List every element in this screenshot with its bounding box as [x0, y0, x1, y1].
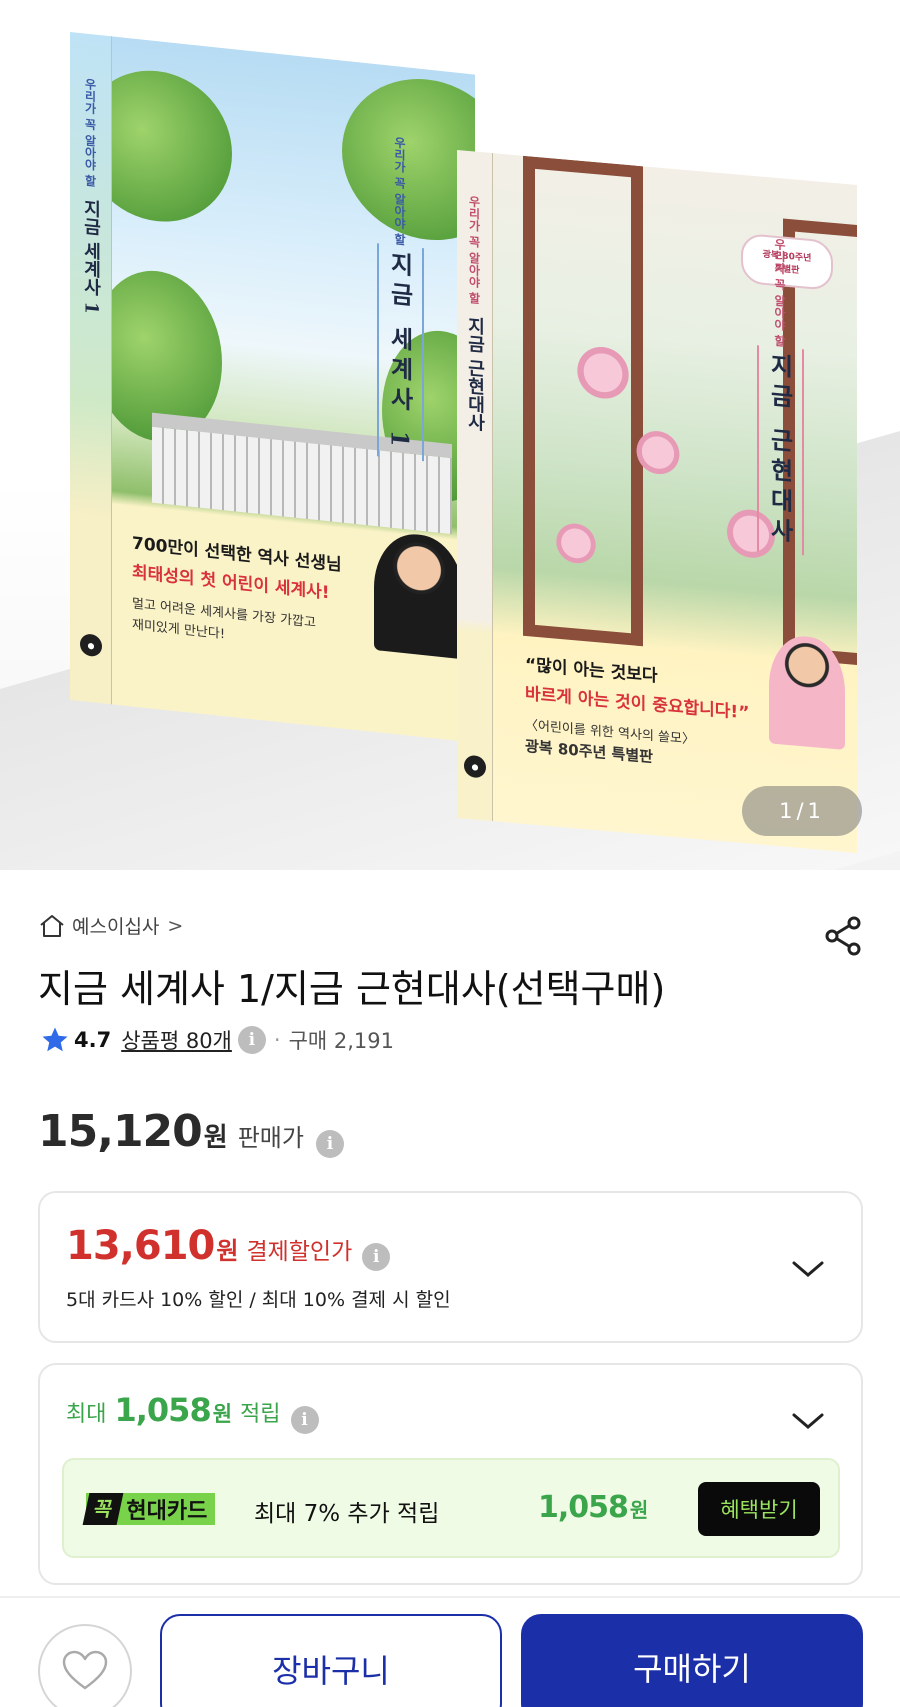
discount-price-unit: 원	[216, 1237, 239, 1265]
cover-subtitle: 우리가 꼭 알아야 할	[772, 237, 787, 348]
points-unit: 원	[212, 1402, 233, 1426]
points-prefix: 최대	[66, 1402, 107, 1427]
get-benefit-button[interactable]: 혜택받기	[698, 1482, 820, 1536]
rating-row: 4.7 상품평 80개 i · 구매 2,191	[40, 1025, 394, 1055]
reviews-link[interactable]: 상품평 80개	[121, 1025, 232, 1055]
author-portrait	[374, 529, 464, 660]
chevron-down-icon[interactable]	[791, 1411, 825, 1431]
max-points: 최대 1,058 원 적립 i	[66, 1391, 319, 1434]
cover-title: 우리가 꼭 알아야 할 지금 세계사 1	[292, 125, 475, 470]
book-cover-modern-history: 우리가 꼭 알아야 할 지금 근현대사 광복 80주년 특별판 우리가 꼭 알아…	[457, 150, 857, 853]
cover-subtitle: 우리가 꼭 알아야 할	[392, 135, 407, 246]
card-promo-unit: 원	[629, 1498, 649, 1522]
bottom-bar-divider	[0, 1596, 900, 1598]
cover-title: 우리가 꼭 알아야 할 지금 근현대사	[669, 229, 857, 563]
sale-price-amount: 15,120	[38, 1106, 203, 1157]
points-suffix: 적립	[240, 1402, 281, 1427]
info-icon[interactable]: i	[362, 1243, 391, 1271]
purchase-count: 구매 2,191	[288, 1029, 395, 1053]
info-icon[interactable]: i	[290, 1406, 319, 1434]
add-to-cart-button[interactable]: 장바구니	[160, 1614, 502, 1707]
discount-price: 13,610 원 결제할인가 i	[66, 1223, 391, 1271]
cover-window-frame	[523, 155, 643, 647]
info-icon[interactable]: i	[237, 1026, 266, 1054]
sale-price-label: 판매가	[237, 1124, 304, 1152]
buy-now-button[interactable]: 구매하기	[521, 1614, 863, 1707]
discount-price-amount: 13,610	[66, 1223, 215, 1269]
sale-price-unit: 원	[203, 1123, 228, 1153]
card-name: 현대카드	[126, 1499, 208, 1524]
spine-title: 지금 근현대사	[464, 315, 486, 432]
spine-subtitle: 우리가 꼭 알아야 할	[467, 194, 481, 305]
book-spine: 우리가 꼭 알아야 할 지금 세계사 1	[70, 32, 112, 705]
product-title: 지금 세계사 1/지금 근현대사(선택구매)	[38, 967, 666, 1011]
cover-promo: “많이 아는 것보다 바르게 아는 것이 중요합니다!” 〈어린이를 위한 역사…	[525, 650, 749, 776]
product-image-gallery[interactable]: 우리가 꼭 알아야 할 지금 세계사 1 우리가 꼭 알아야 할 지금 세계사 …	[0, 0, 900, 870]
sale-price: 15,120 원 판매가 i	[38, 1106, 344, 1158]
separator-dot: ·	[273, 1028, 281, 1052]
pager-current: 1	[779, 799, 797, 823]
cover-tree	[112, 63, 232, 230]
cover-promo: 700만이 선택한 역사 선생님 최태성의 첫 어린이 세계사! 멀고 어려운 …	[132, 529, 342, 655]
wishlist-button[interactable]	[38, 1624, 132, 1707]
book-cover-world-history: 우리가 꼭 알아야 할 지금 세계사 1 우리가 꼭 알아야 할 지금 세계사 …	[70, 32, 475, 743]
spine-title: 지금 세계사 1	[80, 197, 102, 315]
card-promo-amount: 1,058	[538, 1490, 629, 1525]
breadcrumb-chevron: >	[167, 914, 184, 937]
hyundai-card-logo: 꼭 현대카드	[82, 1493, 216, 1525]
chevron-down-icon[interactable]	[791, 1259, 825, 1279]
spine-subtitle: 우리가 꼭 알아야 할	[83, 77, 97, 188]
cover-main-title: 지금 근현대사	[756, 344, 804, 556]
discount-price-label: 결제할인가	[246, 1239, 353, 1265]
discount-description: 5대 카드사 10% 할인 / 최대 10% 결제 시 할인	[66, 1289, 451, 1311]
share-icon[interactable]	[822, 914, 866, 958]
star-icon	[42, 1027, 68, 1052]
image-pager: 1 / 1	[742, 786, 862, 836]
book-front: 우리가 꼭 알아야 할 지금 세계사 1 700만이 선택한 역사 선생님 최태…	[112, 36, 475, 743]
cover-main-title: 지금 세계사 1	[376, 242, 424, 462]
pager-separator: /	[796, 799, 808, 823]
book-front: 광복 80주년 특별판 우리가 꼭 알아야 할 지금 근현대사 “많이 아는 것…	[493, 153, 857, 853]
points-card[interactable]: 최대 1,058 원 적립 i 꼭 현대카드 최대 7% 추가 적립 1,058…	[38, 1363, 863, 1585]
pager-total: 1	[807, 799, 825, 823]
card-promo-points: 1,058 원	[538, 1490, 648, 1525]
points-amount: 1,058	[114, 1391, 211, 1429]
info-icon[interactable]: i	[315, 1130, 344, 1158]
kkok-badge: 꼭	[82, 1493, 124, 1525]
breadcrumb-store: 예스이십사	[72, 916, 160, 938]
payment-discount-card[interactable]: 13,610 원 결제할인가 i 5대 카드사 10% 할인 / 최대 10% …	[38, 1191, 863, 1343]
breadcrumb[interactable]: 예스이십사 >	[38, 912, 183, 939]
book-spine: 우리가 꼭 알아야 할 지금 근현대사	[457, 150, 493, 822]
heart-icon	[62, 1650, 108, 1690]
hyundai-card-promo: 꼭 현대카드 최대 7% 추가 적립 1,058 원 혜택받기	[62, 1458, 840, 1558]
home-icon	[40, 914, 64, 937]
rating-score: 4.7	[74, 1028, 112, 1052]
card-promo-description: 최대 7% 추가 적립	[254, 1501, 440, 1527]
